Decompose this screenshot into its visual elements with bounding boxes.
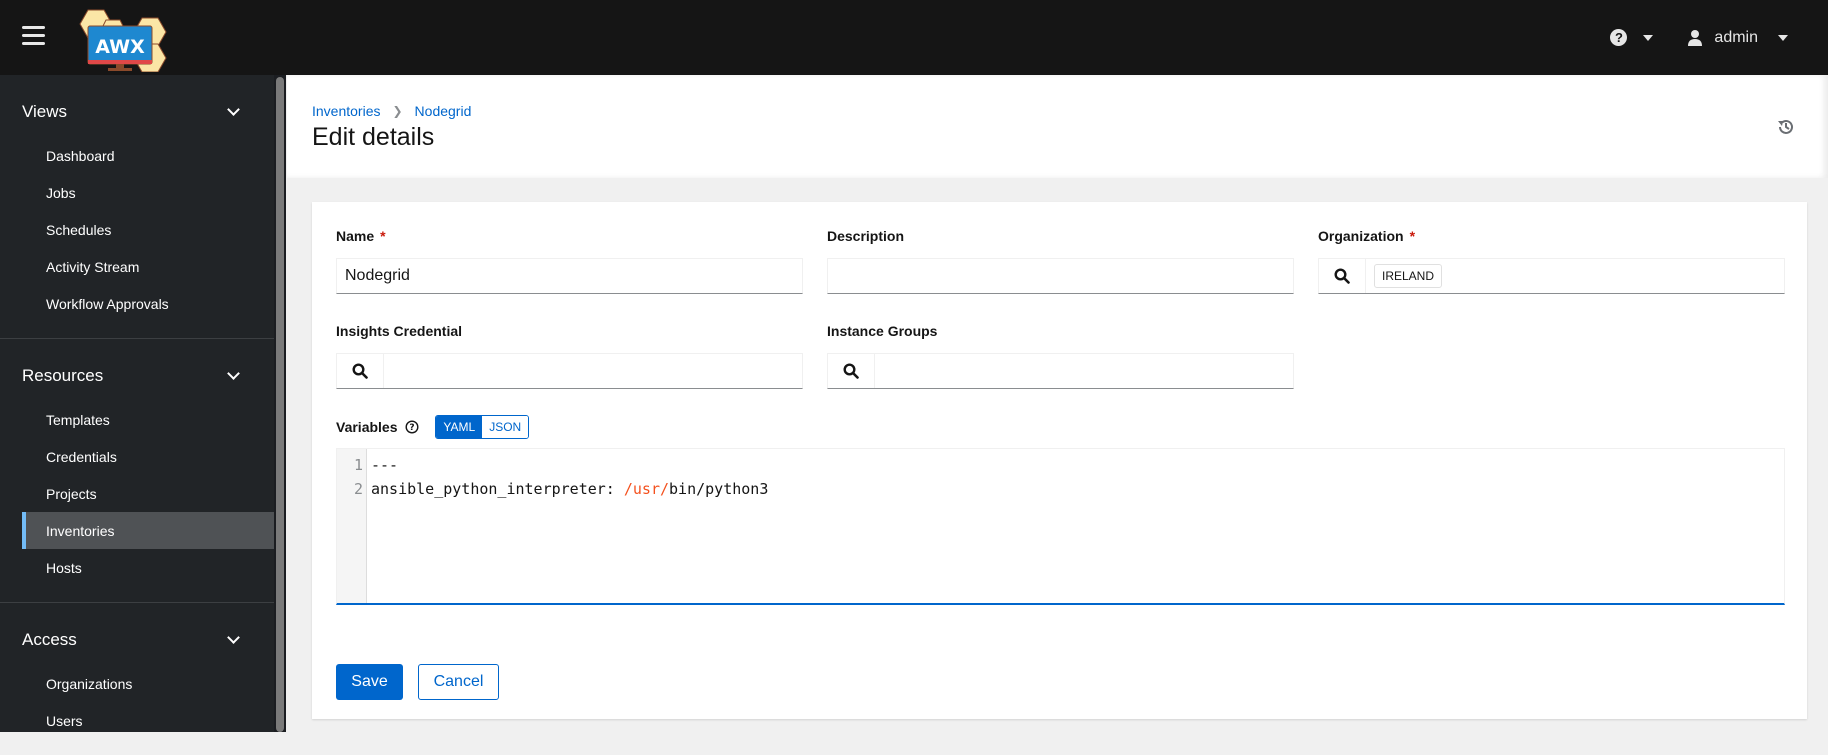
organization-label: Organization * bbox=[1318, 228, 1416, 244]
sidebar-item-users[interactable]: Users bbox=[22, 702, 274, 739]
organization-field: Organization * IRELAND bbox=[1318, 228, 1785, 294]
nav-header-label: Views bbox=[22, 102, 68, 121]
sidebar: Views Dashboard Jobs Schedules Activity … bbox=[0, 75, 286, 732]
help-icon[interactable]: ? bbox=[1610, 29, 1628, 46]
chevron-down-icon bbox=[227, 631, 240, 644]
insights-credential-label: Insights Credential bbox=[336, 323, 463, 339]
variables-header: Variables ? YAML JSON bbox=[336, 415, 530, 439]
insights-credential-field: Insights Credential bbox=[336, 323, 803, 389]
instance-groups-label: Instance Groups bbox=[827, 323, 938, 339]
breadcrumb-separator-icon: ❯ bbox=[392, 104, 403, 118]
edit-form-card: Name * Nodegrid Description Organization *… bbox=[312, 202, 1807, 719]
description-label: Description bbox=[827, 228, 905, 244]
variables-mode-toggle: YAML JSON bbox=[435, 415, 530, 439]
line-text: --- bbox=[371, 456, 399, 474]
search-icon bbox=[352, 363, 368, 379]
instance-groups-field: Instance Groups bbox=[827, 323, 1294, 389]
organization-chip: IRELAND bbox=[1374, 264, 1443, 288]
sidebar-item-workflow-approvals[interactable]: Workflow Approvals bbox=[22, 285, 274, 322]
organization-search-button[interactable] bbox=[1319, 259, 1366, 293]
name-input[interactable]: Nodegrid bbox=[336, 258, 803, 294]
organization-value[interactable]: IRELAND bbox=[1366, 264, 1784, 288]
main-content: Inventories ❯ Nodegrid Edit details Name… bbox=[287, 75, 1828, 732]
svg-text:AWX: AWX bbox=[95, 36, 145, 58]
sidebar-item-projects[interactable]: Projects bbox=[22, 475, 274, 512]
organization-lookup: IRELAND bbox=[1318, 258, 1785, 294]
chevron-down-icon bbox=[227, 103, 240, 116]
instance-groups-search-button[interactable] bbox=[828, 354, 875, 388]
sidebar-item-organizations[interactable]: Organizations bbox=[22, 665, 274, 702]
nav-header-label: Access bbox=[22, 630, 77, 649]
name-field: Name * Nodegrid bbox=[336, 228, 803, 294]
variables-label: Variables bbox=[336, 419, 398, 435]
hamburger-menu-icon[interactable] bbox=[22, 26, 45, 46]
json-toggle-button[interactable]: JSON bbox=[482, 416, 529, 438]
username[interactable]: admin bbox=[1714, 29, 1758, 47]
insights-credential-search-button[interactable] bbox=[337, 354, 384, 388]
page-title: Edit details bbox=[312, 123, 435, 151]
sidebar-item-credentials[interactable]: Credentials bbox=[22, 438, 274, 475]
required-asterisk: * bbox=[380, 228, 386, 244]
save-button[interactable]: Save bbox=[336, 664, 403, 700]
description-input[interactable] bbox=[827, 258, 1294, 294]
breadcrumb-inventories[interactable]: Inventories bbox=[312, 103, 380, 119]
awx-logo[interactable]: AWX bbox=[70, 2, 170, 72]
sidebar-scrollbar[interactable] bbox=[274, 75, 286, 732]
sidebar-item-activity-stream[interactable]: Activity Stream bbox=[22, 248, 274, 285]
sidebar-item-dashboard[interactable]: Dashboard bbox=[22, 137, 274, 174]
breadcrumb: Inventories ❯ Nodegrid bbox=[312, 103, 1804, 119]
user-dropdown-caret-icon[interactable] bbox=[1778, 34, 1788, 41]
nav-header-label: Resources bbox=[22, 366, 104, 385]
chevron-down-icon bbox=[227, 367, 240, 380]
name-label: Name * bbox=[336, 228, 386, 244]
search-icon bbox=[843, 363, 859, 379]
scrollbar-thumb[interactable] bbox=[276, 77, 284, 732]
nav-section-access: Access Organizations Users bbox=[0, 603, 274, 755]
help-circle-icon[interactable]: ? bbox=[405, 420, 419, 434]
history-icon[interactable] bbox=[1776, 117, 1796, 137]
editor-line: 2 ansible_python_interpreter: /usr/bin/p… bbox=[337, 477, 768, 501]
sidebar-item-inventories[interactable]: Inventories bbox=[22, 512, 274, 549]
nav-section-resources: Resources Templates Credentials Projects… bbox=[0, 339, 274, 603]
variables-code-editor[interactable]: 1 --- 2 ansible_python_interpreter: /usr… bbox=[336, 448, 1785, 605]
sidebar-item-hosts[interactable]: Hosts bbox=[22, 549, 274, 586]
svg-text:?: ? bbox=[409, 423, 414, 433]
help-dropdown-caret-icon[interactable] bbox=[1643, 34, 1654, 41]
instance-groups-lookup bbox=[827, 353, 1294, 389]
line-text: ansible_python_interpreter: /usr/bin/pyt… bbox=[371, 480, 769, 498]
description-field: Description bbox=[827, 228, 1294, 294]
line-number: 1 bbox=[353, 456, 363, 474]
editor-line: 1 --- bbox=[337, 453, 398, 477]
nav-section-views: Views Dashboard Jobs Schedules Activity … bbox=[0, 75, 274, 339]
yaml-toggle-button[interactable]: YAML bbox=[436, 416, 483, 438]
line-number: 2 bbox=[353, 480, 363, 498]
user-icon bbox=[1688, 30, 1703, 46]
masthead: AWX ? admin bbox=[0, 0, 1828, 75]
search-icon bbox=[1334, 268, 1350, 284]
sidebar-item-schedules[interactable]: Schedules bbox=[22, 211, 274, 248]
page-header: Inventories ❯ Nodegrid Edit details bbox=[287, 75, 1828, 178]
sidebar-item-jobs[interactable]: Jobs bbox=[22, 174, 274, 211]
insights-credential-lookup bbox=[336, 353, 803, 389]
required-asterisk: * bbox=[1409, 228, 1416, 244]
sidebar-item-templates[interactable]: Templates bbox=[22, 401, 274, 438]
breadcrumb-nodegrid[interactable]: Nodegrid bbox=[415, 103, 472, 119]
cancel-button[interactable]: Cancel bbox=[418, 664, 499, 700]
